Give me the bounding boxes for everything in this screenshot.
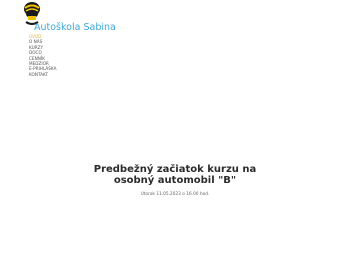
nav-item-kontakt[interactable]: KONTAKT bbox=[29, 72, 56, 77]
site-title[interactable]: Autoškola Sabina bbox=[34, 22, 116, 33]
headline-line-1: Predbežný začiatok kurzu na bbox=[93, 164, 257, 175]
headline-line-2: osobný automobil "B" bbox=[113, 175, 237, 186]
course-date: Utorok 11.05.2023 o 16.00 hod. bbox=[140, 192, 210, 197]
nav-item-e-prihlaska[interactable]: E-PRIHLÁŠKA bbox=[29, 66, 56, 71]
main-nav: ÚVOD O NÁS KURZY DOCO CENNÍK MEDZIOR E-P… bbox=[29, 34, 56, 77]
course-headline: Predbežný začiatok kurzu na osobný autom… bbox=[0, 164, 350, 186]
